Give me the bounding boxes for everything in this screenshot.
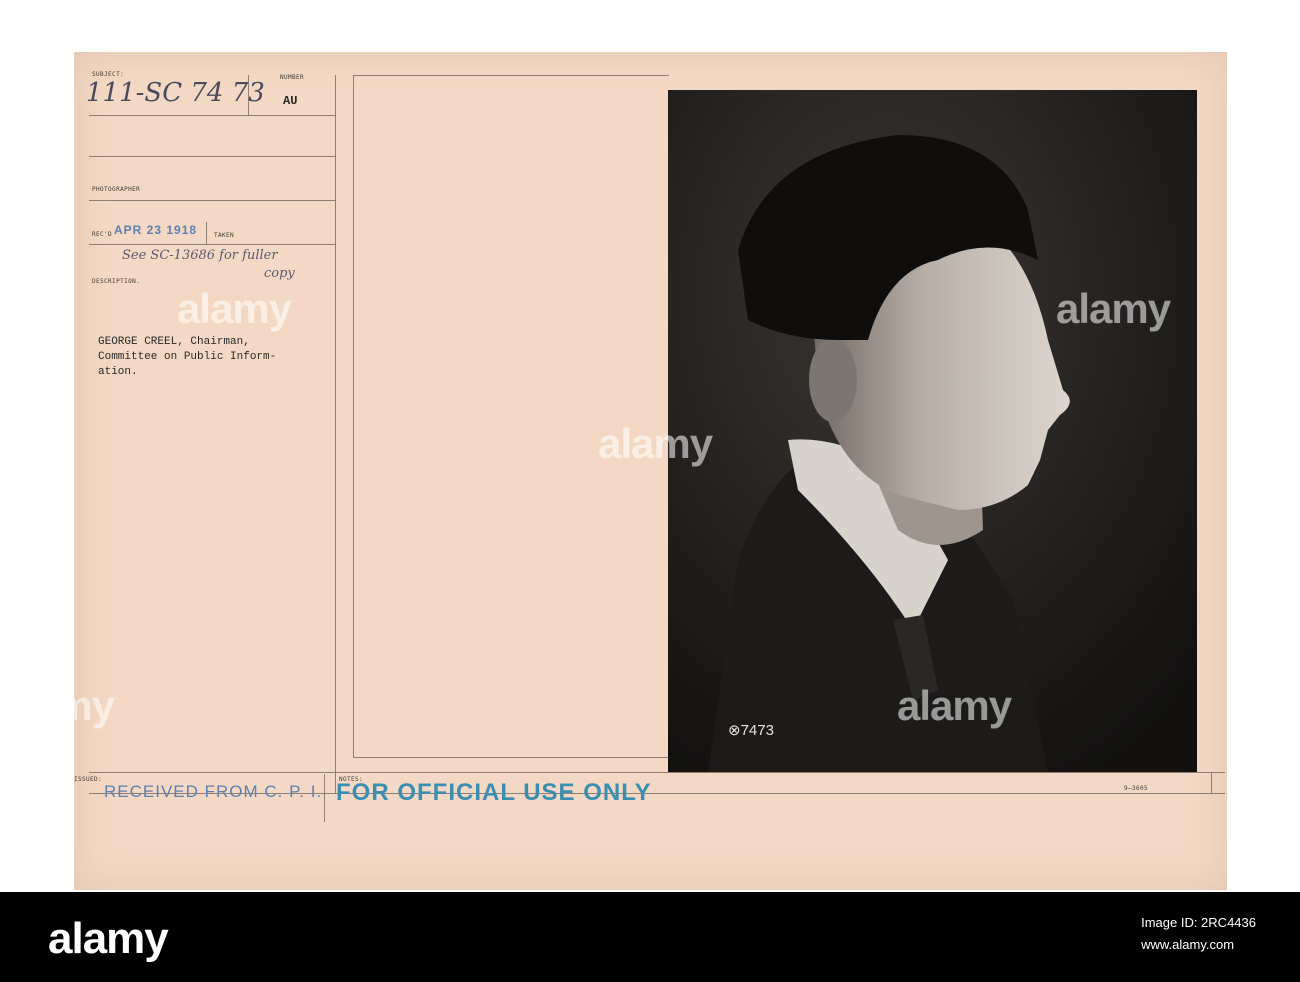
taken-label: TAKEN <box>214 232 235 239</box>
subject-value: 111-SC 74 73 <box>86 78 265 108</box>
footer-logo: alamy <box>48 914 169 963</box>
divider <box>353 757 669 758</box>
watermark: alamy <box>0 682 115 729</box>
divider <box>335 75 336 793</box>
watermark: alamy <box>598 420 713 467</box>
portrait-image: ⊗7473 <box>668 90 1197 772</box>
description-line: GEORGE CREEL, Chairman, <box>98 336 250 348</box>
number-label: NUMBER <box>280 74 305 81</box>
image-id: Image ID: 2RC4436 <box>1141 915 1256 930</box>
divider <box>206 222 207 244</box>
footer-meta: Image ID: 2RC4436 www.alamy.com <box>1141 912 1256 956</box>
watermark: alamy <box>1056 285 1171 332</box>
description-line: Committee on Public Inform- <box>98 351 277 363</box>
site-link[interactable]: www.alamy.com <box>1141 934 1256 956</box>
divider <box>1211 772 1212 793</box>
issued-stamp: RECEIVED FROM C. P. I. <box>104 782 323 801</box>
watermark: alamy <box>897 682 1012 729</box>
photo-number: ⊗7473 <box>728 722 774 739</box>
subject-label: SUBJECT: <box>92 71 125 78</box>
number-value: AU <box>283 94 298 108</box>
divider <box>89 244 335 245</box>
handwritten-note-copy: copy <box>264 266 295 281</box>
issued-label: ISSUED: <box>74 776 103 783</box>
divider <box>89 200 335 201</box>
divider <box>353 75 669 76</box>
handwritten-note: See SC-13686 for fuller <box>122 248 278 263</box>
divider <box>89 115 335 116</box>
description-label: DESCRIPTION. <box>92 278 141 285</box>
form-number: 9—3605 <box>1124 785 1149 792</box>
divider <box>89 156 335 157</box>
notes-stamp: FOR OFFICIAL USE ONLY <box>336 779 652 806</box>
footer-bar: alamy Image ID: 2RC4436 www.alamy.com <box>0 892 1300 982</box>
portrait-photograph: ⊗7473 <box>668 90 1197 772</box>
recd-date-stamp: APR 23 1918 <box>114 223 198 237</box>
recd-label: REC'D <box>92 231 113 238</box>
divider <box>353 75 354 757</box>
archive-card: SUBJECT: 111-SC 74 73 NUMBER AU PHOTOGRA… <box>74 52 1227 890</box>
watermark: alamy <box>177 285 292 332</box>
description-line: ation. <box>98 366 138 378</box>
photographer-label: PHOTOGRAPHER <box>92 186 141 193</box>
divider <box>324 774 325 822</box>
divider <box>89 772 1225 773</box>
